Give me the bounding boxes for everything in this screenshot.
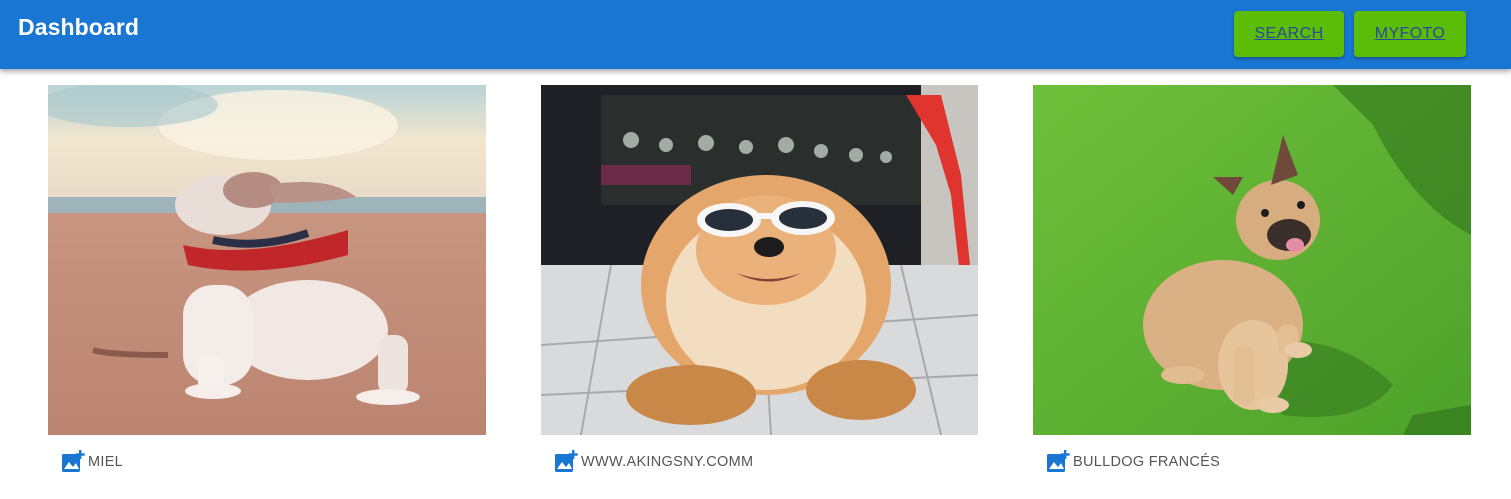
card-caption: MIEL: [48, 435, 486, 475]
card-label: BULLDOG FRANCÉS: [1073, 454, 1221, 470]
myfoto-button[interactable]: MYFOTO: [1354, 11, 1466, 57]
app-title: Dashboard: [18, 14, 140, 40]
dog-photo[interactable]: [541, 85, 978, 435]
app-bar: Dashboard SEARCH MYFOTO: [0, 0, 1511, 69]
gallery-card[interactable]: MIEL: [48, 85, 486, 475]
card-caption: BULLDOG FRANCÉS: [1033, 435, 1471, 475]
card-caption: WWW.AKINGSNY.COMM: [541, 435, 978, 475]
search-button[interactable]: SEARCH: [1234, 11, 1344, 57]
gallery-card[interactable]: BULLDOG FRANCÉS: [1033, 85, 1471, 475]
gallery-card[interactable]: WWW.AKINGSNY.COMM: [541, 85, 978, 475]
add-photo-icon[interactable]: [61, 450, 85, 474]
add-photo-icon[interactable]: [1046, 450, 1070, 474]
card-label: MIEL: [88, 454, 124, 470]
dog-photo[interactable]: [1033, 85, 1471, 435]
add-photo-icon[interactable]: [554, 450, 578, 474]
card-label: WWW.AKINGSNY.COMM: [581, 454, 754, 470]
dog-photo[interactable]: [48, 85, 486, 435]
